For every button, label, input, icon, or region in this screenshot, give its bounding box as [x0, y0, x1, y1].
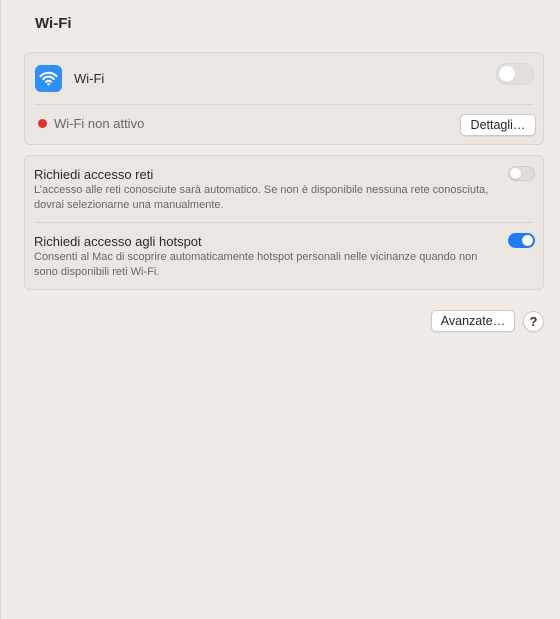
- details-button[interactable]: Dettagli…: [460, 114, 536, 136]
- toggle-knob: [510, 168, 521, 179]
- wifi-group: Wi-Fi Wi-Fi non attivo Dettagli…: [24, 52, 544, 145]
- status-dot-icon: [38, 119, 47, 128]
- option-desc-ask-join-networks: L’accesso alle reti conosciute sarà auto…: [34, 184, 489, 211]
- wifi-icon: [35, 65, 62, 92]
- divider: [35, 104, 533, 105]
- divider: [35, 222, 533, 223]
- wifi-toggle[interactable]: [496, 63, 534, 85]
- help-button[interactable]: ?: [523, 311, 544, 332]
- toggle-knob: [522, 235, 533, 246]
- wifi-icon-glyph: [39, 71, 58, 86]
- option-title-ask-join-networks: Richiedi accesso reti: [34, 167, 154, 182]
- ask-join-hotspots-toggle[interactable]: [508, 233, 535, 248]
- wifi-label: Wi-Fi: [74, 71, 105, 86]
- advanced-button[interactable]: Avanzate…: [431, 310, 515, 332]
- settings-window: Wi-Fi Wi-Fi Wi-Fi non attivo Dettagli… R…: [0, 0, 560, 619]
- wifi-status-text: Wi-Fi non attivo: [54, 116, 145, 131]
- ask-join-networks-toggle[interactable]: [508, 166, 535, 181]
- option-desc-ask-join-hotspots: Consenti al Mac di scoprire automaticame…: [34, 251, 478, 278]
- options-group: Richiedi accesso reti L’accesso alle ret…: [24, 155, 544, 290]
- toggle-knob: [499, 66, 515, 82]
- option-title-ask-join-hotspots: Richiedi accesso agli hotspot: [34, 234, 202, 249]
- page-title: Wi-Fi: [35, 15, 72, 32]
